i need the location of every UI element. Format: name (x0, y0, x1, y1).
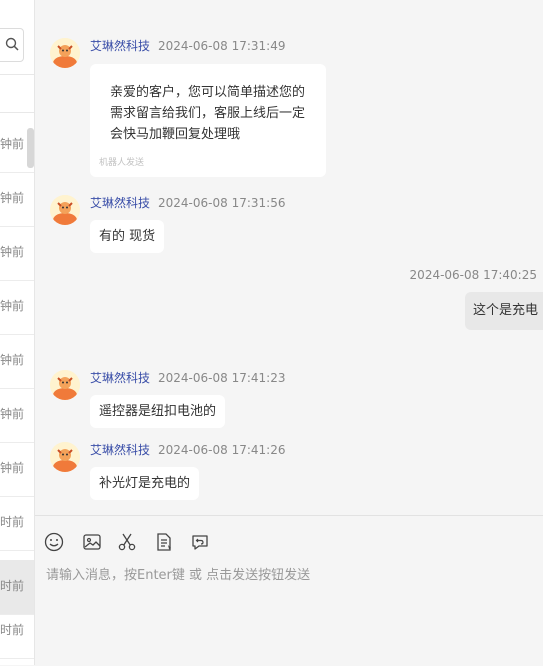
message-text: 补光灯是充电的 (99, 476, 191, 491)
sender-name: 艾琳然科技 (90, 39, 151, 53)
message-bubble: 遥控器是纽扣电池的 (90, 395, 226, 428)
emoji-icon[interactable] (44, 532, 64, 552)
conversation-item[interactable]: 钟前 (0, 172, 34, 227)
message-timestamp: 2024-06-08 17:41:26 (158, 443, 286, 457)
sender-name: 艾琳然科技 (90, 443, 151, 457)
list-divider (0, 74, 34, 75)
search-icon[interactable] (5, 37, 19, 51)
screenshot-button[interactable] (117, 532, 139, 554)
message-meta: 艾琳然科技 2024-06-08 17:31:56 (90, 195, 285, 211)
conversation-item[interactable]: 时前 (0, 496, 34, 551)
document-icon[interactable] (154, 532, 174, 552)
message-meta: 艾琳然科技 2024-06-08 17:41:23 (90, 370, 285, 386)
chat-panel: 艾琳然科技 2024-06-08 17:31:49 亲爱的客户，您可以简单描述您的… (35, 0, 543, 515)
outgoing-timestamp: 2024-06-08 17:40:25 (409, 268, 537, 282)
shop-avatar-icon (50, 38, 80, 68)
message-meta: 艾琳然科技 2024-06-08 17:31:49 (90, 38, 285, 54)
conversation-time: 钟前 (0, 461, 24, 475)
conversation-list: 钟前 钟前 钟前 钟前 钟前 钟前 钟前 时前 时前 时前 (0, 0, 35, 665)
revoke-button[interactable] (190, 532, 212, 554)
shop-avatar-icon (50, 442, 80, 472)
conversation-item[interactable]: 钟前 (0, 118, 34, 173)
robot-note: 机器人发送 (99, 158, 145, 168)
message-outgoing-bubble: 这个是充电 (465, 292, 543, 330)
conversation-time: 时前 (0, 623, 24, 637)
conversation-item[interactable]: 钟前 (0, 442, 34, 497)
conversation-item[interactable]: 时前 (0, 604, 34, 659)
scissors-icon[interactable] (117, 532, 137, 552)
conversation-item[interactable]: 钟前 (0, 280, 34, 335)
avatar (50, 38, 80, 68)
conversation-item[interactable]: 钟前 (0, 226, 34, 281)
revoke-icon[interactable] (190, 532, 210, 552)
avatar (50, 195, 80, 225)
conversation-time: 时前 (0, 515, 24, 529)
shop-avatar-icon (50, 195, 80, 225)
image-button[interactable] (82, 532, 104, 554)
message-text: 有的 现货 (99, 229, 156, 244)
message-input[interactable] (46, 564, 526, 654)
avatar (50, 442, 80, 472)
message-timestamp: 2024-06-08 17:31:49 (158, 39, 286, 53)
conversation-time: 钟前 (0, 191, 24, 205)
document-button[interactable] (154, 532, 176, 554)
avatar (50, 370, 80, 400)
conversation-item[interactable]: 钟前 (0, 388, 34, 443)
message-text: 这个是充电 (473, 303, 539, 318)
message-bubble: 有的 现货 (90, 220, 165, 253)
list-divider (0, 112, 34, 113)
message-text: 遥控器是纽扣电池的 (99, 404, 217, 419)
emoji-button[interactable] (44, 532, 66, 554)
message-meta: 艾琳然科技 2024-06-08 17:41:26 (90, 442, 285, 458)
conversation-time: 钟前 (0, 245, 24, 259)
conversation-time: 时前 (0, 579, 24, 593)
shop-avatar-icon (50, 370, 80, 400)
conversation-time: 钟前 (0, 353, 24, 367)
conversation-time: 钟前 (0, 299, 24, 313)
conversation-item[interactable]: 钟前 (0, 334, 34, 389)
composer (35, 515, 543, 666)
message-text: 亲爱的客户，您可以简单描述您的需求留言给我们，客服上线后一定会快马加鞭回复处理哦 (110, 85, 306, 142)
image-icon[interactable] (82, 532, 102, 552)
conversation-time: 钟前 (0, 137, 24, 151)
message-timestamp: 2024-06-08 17:31:56 (158, 196, 286, 210)
sender-name: 艾琳然科技 (90, 196, 151, 210)
conversation-time: 钟前 (0, 407, 24, 421)
message-bubble: 亲爱的客户，您可以简单描述您的需求留言给我们，客服上线后一定会快马加鞭回复处理哦… (90, 64, 326, 177)
message-timestamp: 2024-06-08 17:41:23 (158, 371, 286, 385)
sender-name: 艾琳然科技 (90, 371, 151, 385)
search-box[interactable] (0, 28, 24, 62)
message-bubble: 补光灯是充电的 (90, 467, 200, 500)
